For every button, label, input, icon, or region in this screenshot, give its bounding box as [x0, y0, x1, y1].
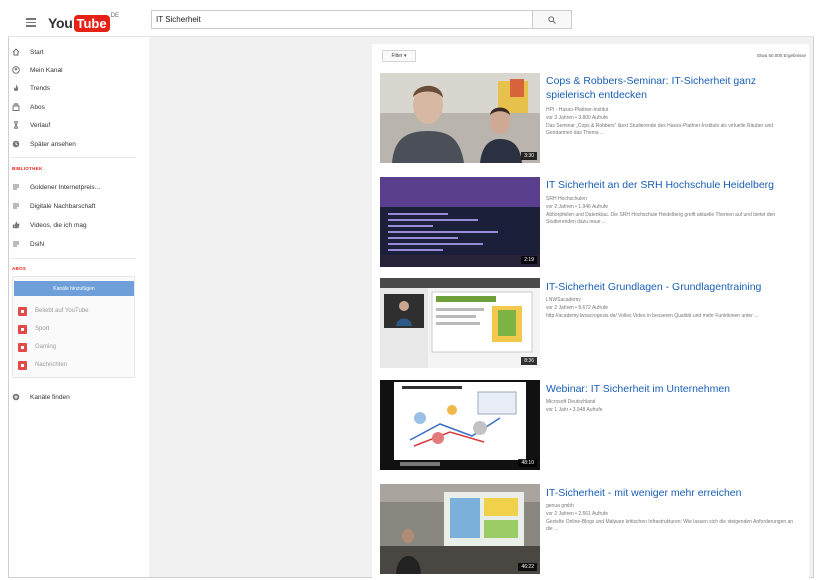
home-icon	[12, 48, 20, 56]
video-thumbnail[interactable]: 48:10	[380, 380, 540, 470]
youtube-logo[interactable]: You Tube DE	[48, 13, 119, 33]
channel-thumb-icon	[18, 324, 27, 334]
add-channels-button[interactable]: Kanäle hinzufügen	[14, 281, 134, 296]
video-title-link[interactable]: IT-Sicherheit Grundlagen - Grundlagentra…	[546, 280, 806, 294]
flame-icon	[12, 84, 20, 92]
video-title-link[interactable]: Cops & Robbers-Seminar: IT-Sicherheit ga…	[546, 74, 806, 102]
video-channel-link[interactable]: HPI - Hasso-Plattner-Institut	[546, 107, 608, 113]
video-meta: vor 3 Jahren • 3.800 Aufrufe	[546, 115, 609, 121]
video-meta: vor 1 Jahr • 3.948 Aufrufe	[546, 407, 603, 413]
abo-item-label: Nachrichten	[35, 362, 68, 368]
video-duration: 8:36	[521, 357, 537, 365]
abo-item-label: Gaming	[35, 344, 57, 350]
channel-thumb-icon	[18, 342, 27, 352]
video-channel-link[interactable]: LNWSacademy	[546, 297, 581, 303]
video-duration: 3:30	[521, 152, 537, 160]
search-button[interactable]	[532, 10, 572, 29]
video-description: http://academy.lwsacrogesis.de/ Volles V…	[546, 313, 759, 319]
sidebar-item-verlauf[interactable]: Verlauf	[12, 118, 50, 132]
video-description: Abhörpfeilen und Datenklau. Die SRH Hoch…	[546, 212, 776, 225]
video-description: Gezielte Online-Blogs und Malware kritis…	[546, 519, 794, 532]
sidebar-item-label: DsiN	[30, 240, 45, 248]
abos-section-title: ABOS	[12, 266, 27, 271]
thumbnail-image	[380, 278, 540, 368]
sidebar-item-abos[interactable]: Abos	[12, 100, 45, 114]
video-channel-link[interactable]: SRH Hochschulen	[546, 196, 587, 202]
playlist-icon	[12, 202, 20, 210]
video-duration: 48:10	[518, 459, 537, 467]
sidebar-divider	[10, 157, 136, 158]
filter-button[interactable]: Filter ▾	[382, 50, 416, 62]
sidebar-item-playlist[interactable]: Digitale Nachbarschaft	[12, 199, 95, 213]
add-circle-icon	[12, 393, 20, 401]
abo-item-gaming[interactable]: Gaming	[18, 340, 56, 354]
video-duration: 46:22	[518, 563, 537, 571]
video-duration: 2:19	[521, 256, 537, 264]
search-input[interactable]	[151, 10, 533, 29]
video-meta: vor 2 Jahren • 2.661 Aufrufe	[546, 511, 609, 517]
sidebar-item-label: Mein Kanal	[30, 66, 63, 74]
search-icon	[548, 15, 556, 24]
video-title-link[interactable]: Webinar: IT Sicherheit im Unternehmen	[546, 382, 806, 396]
video-thumbnail[interactable]: 8:36	[380, 278, 540, 368]
sidebar-item-label: Trends	[30, 84, 50, 92]
abo-item-sport[interactable]: Sport	[18, 322, 49, 336]
video-thumbnail[interactable]: 3:30	[380, 73, 540, 163]
hourglass-icon	[12, 121, 20, 129]
hamburger-menu-icon[interactable]	[26, 18, 36, 27]
abo-item-news[interactable]: Nachrichten	[18, 358, 67, 372]
channel-thumb-icon	[18, 360, 27, 370]
abo-item-popular[interactable]: Beliebt auf YouTube	[18, 304, 89, 318]
user-circle-icon	[12, 66, 20, 74]
sidebar-item-spaeter-ansehen[interactable]: Später ansehen	[12, 137, 76, 151]
sidebar-item-start[interactable]: Start	[12, 45, 44, 59]
abo-item-label: Beliebt auf YouTube	[35, 308, 89, 314]
playlist-icon	[12, 183, 20, 191]
video-title-link[interactable]: IT-Sicherheit - mit weniger mehr erreich…	[546, 486, 806, 500]
library-section-title: BIBLIOTHEK	[12, 166, 43, 171]
video-title-link[interactable]: IT Sicherheit an der SRH Hochschule Heid…	[546, 178, 806, 192]
thumbs-up-icon	[12, 221, 20, 229]
channel-thumb-icon	[18, 306, 27, 316]
logo-region-text: DE	[110, 13, 119, 19]
sidebar-item-find-channels[interactable]: Kanäle finden	[12, 390, 70, 404]
logo-you-text: You	[48, 15, 73, 31]
clock-icon	[12, 140, 20, 148]
sidebar-item-label: Später ansehen	[30, 140, 76, 148]
sidebar-item-playlist[interactable]: Goldener Internetpreis...	[12, 180, 100, 194]
sidebar-item-label: Videos, die ich mag	[30, 221, 87, 229]
playlist-icon	[12, 240, 20, 248]
sidebar-item-liked-videos[interactable]: Videos, die ich mag	[12, 218, 87, 232]
thumbnail-image	[380, 380, 540, 470]
sidebar-item-trends[interactable]: Trends	[12, 81, 50, 95]
sidebar-divider	[10, 258, 136, 259]
video-channel-link[interactable]: Microsoft Deutschland	[546, 399, 595, 405]
result-count: Etwa 60.000 Ergebnisse	[757, 53, 806, 58]
thumbnail-image	[380, 177, 540, 267]
sidebar-item-label: Digitale Nachbarschaft	[30, 202, 96, 210]
sidebar-item-playlist[interactable]: DsiN	[12, 237, 44, 251]
thumbnail-image	[380, 73, 540, 163]
video-meta: vor 2 Jahren • 1.946 Aufrufe	[546, 204, 609, 210]
video-thumbnail[interactable]: 2:19	[380, 177, 540, 267]
sidebar-item-label: Kanäle finden	[30, 393, 70, 401]
abo-item-label: Sport	[35, 326, 50, 332]
video-channel-link[interactable]: genua gmbh	[546, 503, 574, 509]
subscriptions-icon	[12, 103, 20, 111]
video-description: Das Seminar „Cops & Robbers“ lässt Studi…	[546, 123, 774, 136]
sidebar-item-label: Abos	[30, 103, 45, 111]
video-meta: vor 2 Jahren • 8.672 Aufrufe	[546, 305, 609, 311]
sidebar-item-label: Goldener Internetpreis...	[30, 183, 101, 191]
video-thumbnail[interactable]: 46:22	[380, 484, 540, 574]
sidebar-item-mein-kanal[interactable]: Mein Kanal	[12, 63, 63, 77]
sidebar-item-label: Start	[30, 48, 44, 56]
sidebar-item-label: Verlauf	[30, 121, 51, 129]
logo-tube-text: Tube	[73, 14, 110, 32]
thumbnail-image	[380, 484, 540, 574]
